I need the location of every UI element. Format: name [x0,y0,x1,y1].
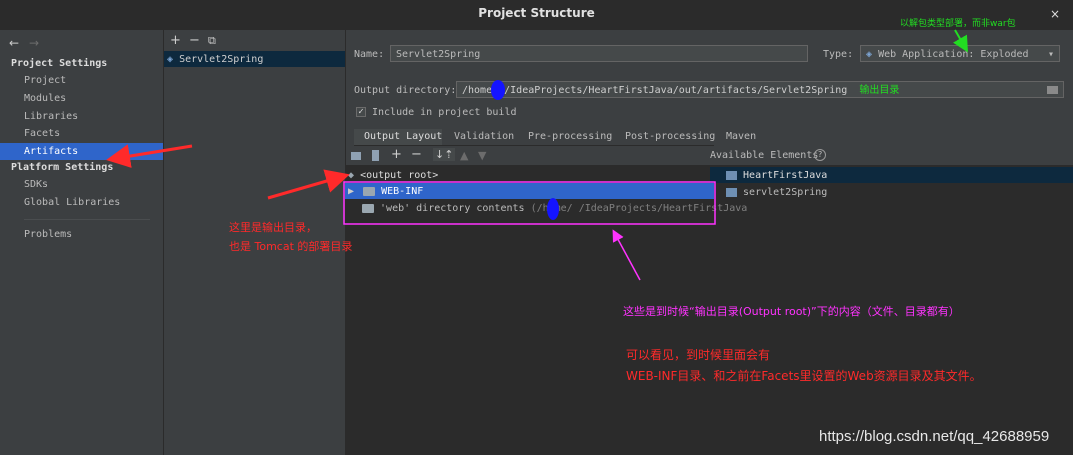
output-root-annotation-line2: 也是 Tomcat 的部署目录 [229,240,353,253]
see-annotation-line1: 可以看见，到时候里面会有 [626,348,771,362]
output-root-annotation-line1: 这里是输出目录， [229,221,317,234]
type-annotation: 以解包类型部署，而非war包 [900,19,1016,29]
tree-contents-frame [343,181,716,225]
see-annotation-line2: WEB-INF目录、和之前在Facets里设置的Web资源目录及其文件。 [626,369,982,383]
arrow-to-tree-contents [612,229,641,281]
contents-annotation: 这些是到时候“输出目录(Output root)”下的内容（文件、目录都有） [623,305,960,318]
arrow-to-artifacts [106,144,193,168]
annotation-overlay [106,29,969,281]
watermark: https://blog.csdn.net/qq_42688959 [819,428,1050,445]
arrow-to-output-root [267,169,350,200]
arrow-to-type [953,29,969,53]
